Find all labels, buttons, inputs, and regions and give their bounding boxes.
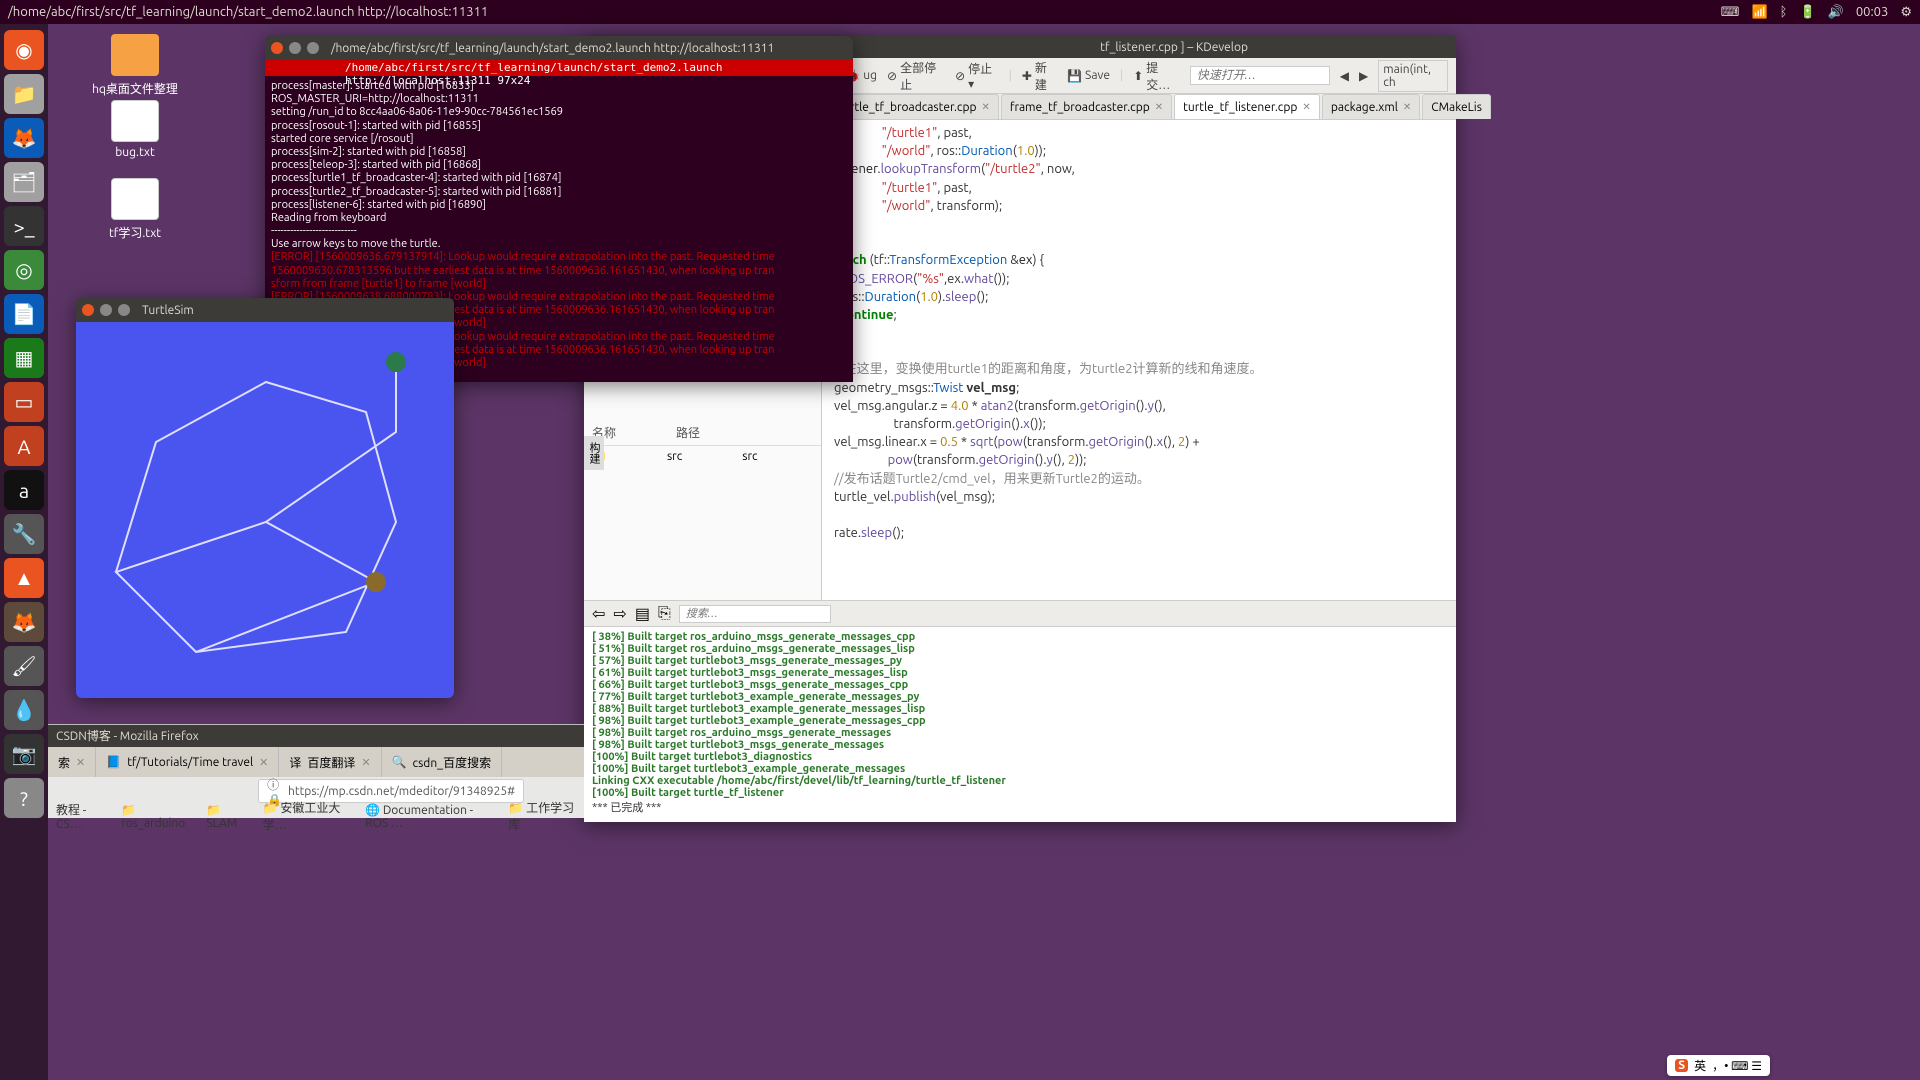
browser-tab[interactable]: 📘 tf/Tutorials/Time travel✕	[96, 747, 279, 777]
tab-package[interactable]: package.xml✕	[1322, 94, 1420, 119]
copy-icon[interactable]: ⎘	[658, 604, 671, 623]
bookmark-item[interactable]: 📁 安徽工业大学…	[263, 799, 351, 833]
desktop-folder[interactable]: hq桌面文件整理	[90, 34, 180, 97]
build-handle[interactable]: 构建	[584, 436, 604, 470]
outline-combo[interactable]: main(int, ch	[1378, 60, 1448, 92]
nautilus-icon[interactable]: 🗂	[4, 162, 44, 202]
nav-fwd-icon[interactable]: ▶	[1359, 69, 1368, 83]
settings-icon[interactable]: 🔧	[4, 514, 44, 554]
close-icon[interactable]	[271, 42, 283, 54]
build-output[interactable]: [ 38%] Built target ros_arduino_msgs_gen…	[584, 626, 1456, 822]
bookmark-item[interactable]: 📁 SLAM	[206, 803, 248, 830]
calc-icon[interactable]: ▦	[4, 338, 44, 378]
close-icon[interactable]: ✕	[361, 756, 370, 769]
nav-fwd-icon[interactable]: ⇨	[613, 604, 626, 623]
close-icon[interactable]: ✕	[76, 756, 85, 769]
gimp-icon[interactable]: 🦊	[4, 602, 44, 642]
bookmark-item[interactable]: 📁 工作学习库	[508, 799, 576, 833]
brush-icon[interactable]: 🖌	[4, 646, 44, 686]
turtlesim-titlebar[interactable]: TurtleSim	[76, 298, 454, 322]
commit-button[interactable]: ⬆ 提交…	[1133, 59, 1180, 93]
tab-frame-broadcaster[interactable]: frame_tf_broadcaster.cpp✕	[1001, 94, 1172, 119]
maximize-icon[interactable]	[118, 304, 130, 316]
vlc-icon[interactable]: ▲	[4, 558, 44, 598]
maximize-icon[interactable]	[307, 42, 319, 54]
amazon-icon[interactable]: a	[4, 470, 44, 510]
nav-back-icon[interactable]: ◀	[1340, 69, 1349, 83]
desktop-file-tf[interactable]: tf学习.txt	[90, 178, 180, 241]
turtle2-icon	[386, 352, 406, 372]
gear-icon[interactable]: ⚙	[1900, 5, 1912, 20]
browser-tab[interactable]: 译 百度翻译✕	[279, 747, 381, 777]
impress-icon[interactable]: ▭	[4, 382, 44, 422]
search-bar: ⇦ ⇨ ▤ ⎘	[584, 600, 1456, 626]
firefox-window: CSDN博客 - Mozilla Firefox 索✕ 📘 tf/Tutoria…	[48, 724, 584, 818]
close-icon[interactable]: ✕	[1403, 101, 1411, 113]
battery-icon[interactable]: 🔋	[1799, 5, 1815, 20]
nav-back-icon[interactable]: ⇦	[592, 604, 605, 623]
browser-tab[interactable]: 索✕	[48, 747, 96, 777]
clock[interactable]: 00:03	[1856, 5, 1889, 19]
close-icon[interactable]: ✕	[259, 756, 268, 769]
stopall-button[interactable]: ⊘ 全部停止	[887, 59, 945, 93]
app-icon[interactable]: ◎	[4, 250, 44, 290]
tab-broadcaster[interactable]: urtle_tf_broadcaster.cpp✕	[834, 94, 999, 119]
minimize-icon[interactable]	[100, 304, 112, 316]
terminal-titlebar[interactable]: /home/abc/first/src/tf_learning/launch/s…	[265, 36, 853, 60]
close-icon[interactable]: ✕	[1155, 101, 1163, 113]
close-icon[interactable]: ✕	[982, 101, 990, 113]
turtlesim-canvas[interactable]	[76, 322, 454, 698]
bluetooth-icon[interactable]: ᛒ	[1780, 5, 1788, 19]
new-button[interactable]: ✚ 新建	[1022, 59, 1057, 93]
system-tray[interactable]: ⌨ 📶 ᛒ 🔋 🔊 00:03 ⚙	[1721, 5, 1912, 20]
text-file-icon	[111, 178, 159, 220]
wifi-icon[interactable]: 📶	[1751, 5, 1767, 20]
save-button[interactable]: 💾 Save	[1067, 69, 1110, 83]
close-icon[interactable]: ✕	[1302, 101, 1310, 113]
files-icon[interactable]: 📁	[4, 74, 44, 114]
ime-icon: ，• ⌨ ☰	[1712, 1057, 1762, 1074]
stop-button[interactable]: ⊘ 停止 ▾	[955, 60, 999, 91]
tab-cmake[interactable]: CMakeLis	[1422, 94, 1491, 119]
ime-indicator[interactable]: S 英 ，• ⌨ ☰	[1667, 1055, 1770, 1076]
top-menubar: /home/abc/first/src/tf_learning/launch/s…	[0, 0, 1920, 24]
writer-icon[interactable]: 📄	[4, 294, 44, 334]
software-icon[interactable]: A	[4, 426, 44, 466]
keyboard-icon[interactable]: ⌨	[1721, 5, 1740, 20]
color-icon[interactable]: 💧	[4, 690, 44, 730]
sound-icon[interactable]: 🔊	[1828, 5, 1844, 20]
select-icon[interactable]: ▤	[635, 604, 650, 623]
firefox-tabs: 索✕ 📘 tf/Tutorials/Time travel✕ 译 百度翻译✕ 🔍…	[48, 747, 584, 777]
unity-launcher: ◉ 📁 🦊 🗂 >_ ◎ 📄 ▦ ▭ A a 🔧 ▲ 🦊 🖌 💧 📷 ?	[0, 24, 48, 1080]
desktop-label: hq桌面文件整理	[90, 80, 180, 97]
desktop-label: tf学习.txt	[90, 224, 180, 241]
desktop-file-bug[interactable]: bug.txt	[90, 100, 180, 159]
window-title: /home/abc/first/src/tf_learning/launch/s…	[8, 5, 1721, 19]
turtle1-icon	[366, 572, 386, 592]
desktop-label: bug.txt	[90, 146, 180, 159]
turtle-path	[76, 322, 454, 698]
screenshot-icon[interactable]: 📷	[4, 734, 44, 774]
firefox-icon[interactable]: 🦊	[4, 118, 44, 158]
text-file-icon	[111, 100, 159, 142]
help-icon[interactable]: ?	[4, 778, 44, 818]
tab-listener[interactable]: turtle_tf_listener.cpp✕	[1174, 94, 1320, 119]
terminal-tab[interactable]: /home/abc/first/src/tf_learning/launch/s…	[265, 60, 853, 76]
bookmarks-bar: 教程 - CS… 📁 ros_arduino 📁 SLAM 📁 安徽工业大学… …	[48, 805, 584, 827]
close-icon[interactable]	[82, 304, 94, 316]
code-editor[interactable]: "/turtle1", past, "/world", ros::Duratio…	[822, 120, 1456, 600]
firefox-titlebar[interactable]: CSDN博客 - Mozilla Firefox	[48, 725, 584, 747]
bookmark-item[interactable]: 教程 - CS…	[56, 801, 107, 831]
turtlesim-window: TurtleSim	[76, 298, 454, 698]
bookmark-item[interactable]: 🌐 Documentation - ROS …	[365, 803, 494, 830]
search-input[interactable]	[679, 605, 831, 623]
bookmark-item[interactable]: 📁 ros_arduino	[121, 803, 192, 830]
minimize-icon[interactable]	[289, 42, 301, 54]
project-row[interactable]: 📁 srcsrc	[584, 446, 821, 468]
dash-icon[interactable]: ◉	[4, 30, 44, 70]
quickopen-input[interactable]	[1190, 66, 1330, 85]
browser-tab[interactable]: 🔍 csdn_百度搜索	[382, 747, 503, 777]
folder-icon	[111, 34, 159, 76]
terminal-icon[interactable]: >_	[4, 206, 44, 246]
